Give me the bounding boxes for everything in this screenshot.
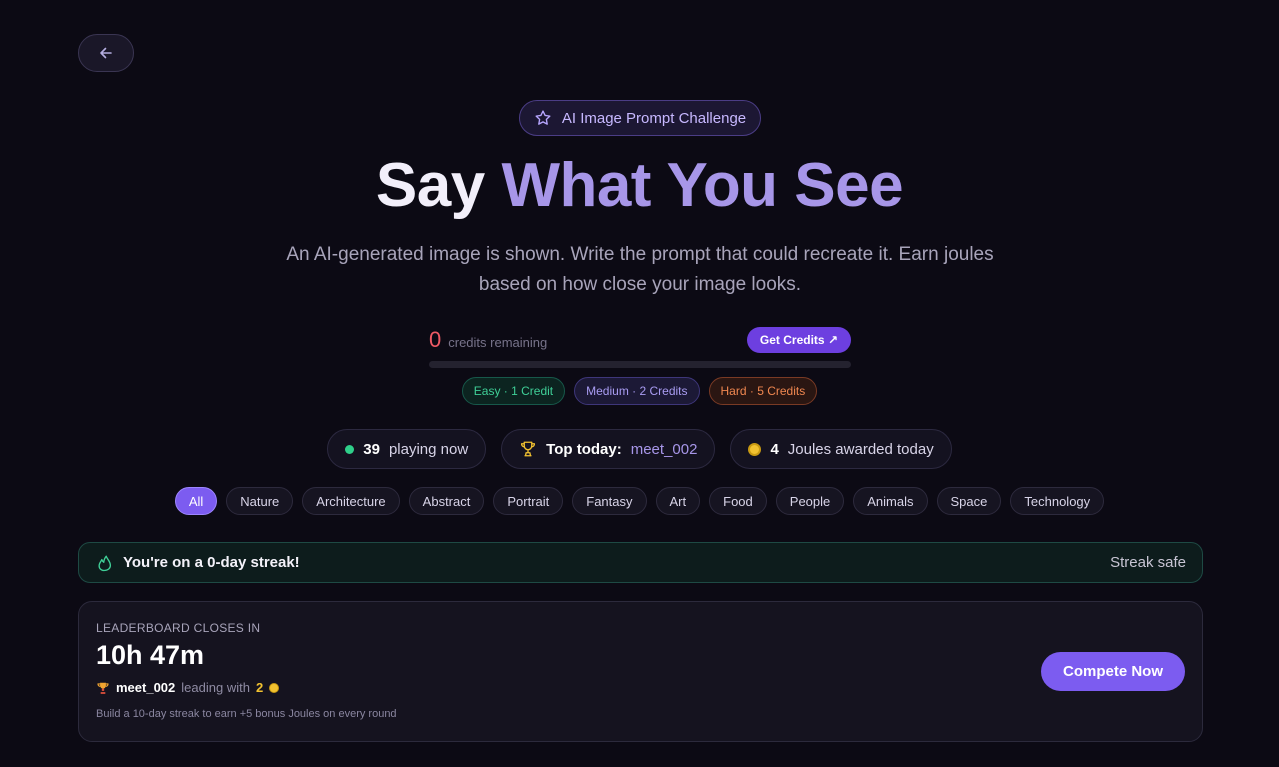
title-part-2: What You See — [501, 151, 904, 220]
leaderboard-label: LEADERBOARD CLOSES IN — [96, 621, 261, 635]
badge-label: AI Image Prompt Challenge — [561, 109, 747, 127]
page-subtitle: An AI-generated image is shown. Write th… — [286, 244, 994, 295]
trophy-icon — [521, 441, 536, 457]
leaderboard-card: LEADERBOARD CLOSES IN 10h 47m meet_002 l… — [78, 601, 1203, 742]
difficulty-easy-pill: Easy · 1 Credit — [461, 377, 566, 405]
difficulty-list: Easy · 1 Credit Medium · 2 Credits Hard · … — [0, 377, 1279, 405]
leaderboard-note: Build a 10-day streak to earn +5 bonus J… — [96, 708, 397, 720]
joule-coin-icon — [269, 682, 280, 693]
category-animals-button[interactable]: Animals — [853, 487, 928, 515]
page-title: Say What You See — [0, 150, 1279, 221]
joules-label: Joules awarded today — [787, 440, 934, 458]
category-architecture-button[interactable]: Architecture — [302, 487, 400, 515]
arrow-left-icon — [100, 47, 112, 59]
challenge-badge: AI Image Prompt Challenge — [519, 100, 761, 136]
trophy-icon — [97, 682, 109, 694]
streak-banner: You're on a 0-day streak! Streak safe — [78, 542, 1203, 583]
leader-name: meet_002 — [116, 680, 176, 695]
category-nature-button[interactable]: Nature — [226, 487, 294, 515]
playing-label: playing now — [388, 440, 469, 458]
category-filter: All Nature Architecture Abstract Portrait Fan… — [0, 487, 1279, 515]
leaderboard-countdown: 10h 47m — [96, 640, 205, 670]
category-people-button[interactable]: People — [775, 487, 845, 515]
difficulty-hard-pill: Hard · 5 Credits — [708, 377, 818, 405]
get-credits-button[interactable]: Get Credits ↗ — [746, 327, 851, 353]
streak-text: You're on a 0-day streak! — [123, 554, 300, 571]
category-art-button[interactable]: Art — [655, 487, 701, 515]
category-space-button[interactable]: Space — [936, 487, 1002, 515]
category-fantasy-button[interactable]: Fantasy — [572, 487, 647, 515]
compete-now-button[interactable]: Compete Now — [1040, 652, 1185, 691]
top-today-stat: Top today: meet_002 — [501, 429, 716, 469]
credits-count: 0 — [429, 327, 442, 352]
online-dot-icon — [345, 444, 355, 454]
leader-points: 2 — [255, 680, 264, 695]
leading-with-label: leading with — [181, 680, 250, 695]
category-abstract-button[interactable]: Abstract — [408, 487, 485, 515]
difficulty-medium-pill: Medium · 2 Credits — [574, 377, 700, 405]
back-button[interactable] — [78, 34, 134, 72]
streak-status: Streak safe — [1110, 554, 1186, 571]
title-part-1: Say — [375, 151, 485, 220]
joule-coin-icon — [748, 442, 762, 456]
playing-now-stat: 39 playing now — [327, 429, 487, 469]
credits-row: 0 credits remaining Get Credits ↗ — [429, 326, 851, 354]
playing-count: 39 — [363, 440, 380, 458]
star-icon — [535, 110, 551, 125]
category-portrait-button[interactable]: Portrait — [493, 487, 564, 515]
joules-count: 4 — [770, 440, 779, 458]
top-today-user: meet_002 — [630, 440, 698, 458]
joules-stat: 4 Joules awarded today — [730, 429, 952, 469]
credits-label: credits remaining — [448, 335, 548, 350]
flame-icon — [98, 555, 112, 571]
credits-info: 0 credits remaining — [429, 327, 547, 353]
category-food-button[interactable]: Food — [709, 487, 767, 515]
leaderboard-leader: meet_002 leading with 2 — [96, 680, 280, 695]
streak-info: You're on a 0-day streak! — [95, 554, 300, 572]
credits-progress-bar — [429, 361, 851, 368]
page: AI Image Prompt Challenge Say What You S… — [0, 0, 1279, 767]
category-all-button[interactable]: All — [174, 487, 218, 515]
stats-row: 39 playing now Top today: meet_002 4 Jou… — [0, 429, 1279, 469]
category-technology-button[interactable]: Technology — [1010, 487, 1105, 515]
top-today-label: Top today: — [546, 440, 622, 458]
